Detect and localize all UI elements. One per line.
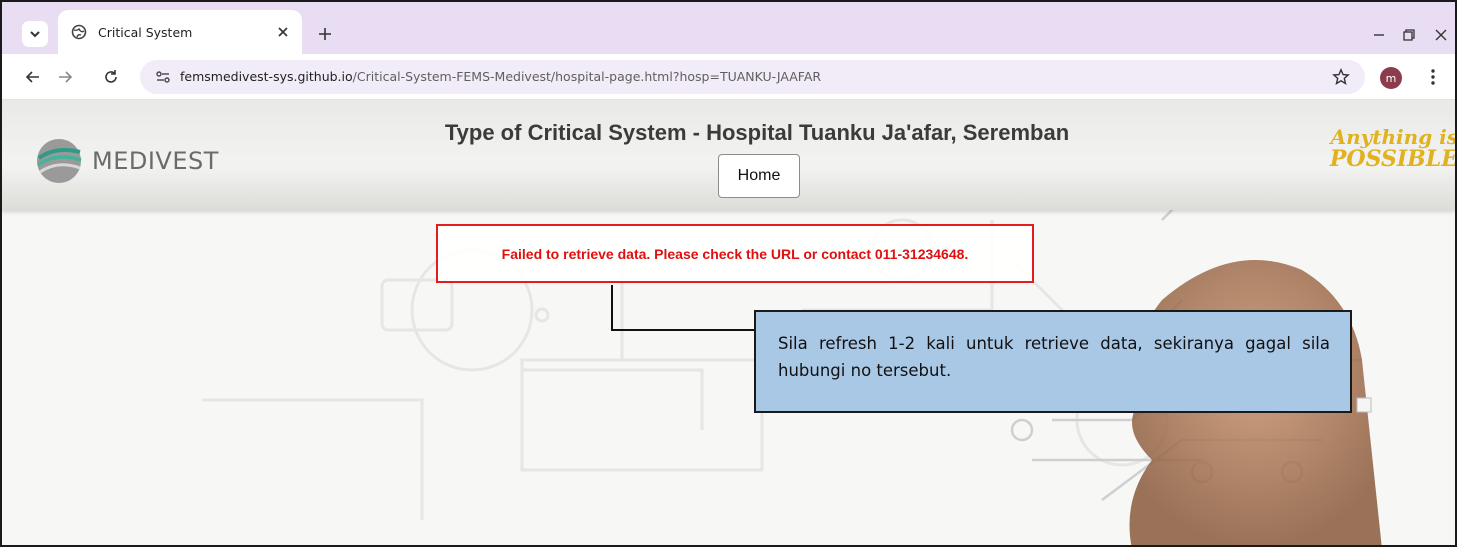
home-button[interactable]: Home <box>718 154 800 198</box>
close-window-icon[interactable] <box>1430 24 1452 46</box>
kebab-icon[interactable] <box>1422 66 1444 88</box>
url-text: femsmedivest-sys.github.io/Critical-Syst… <box>180 69 821 84</box>
browser-toolbar: femsmedivest-sys.github.io/Critical-Syst… <box>2 54 1455 100</box>
address-bar[interactable]: femsmedivest-sys.github.io/Critical-Syst… <box>140 60 1365 94</box>
forward-icon[interactable] <box>54 66 76 88</box>
url-path: /Critical-System-FEMS-Medivest/hospital-… <box>352 69 822 84</box>
reload-icon[interactable] <box>100 66 122 88</box>
annotation-callout: Sila refresh 1-2 kali untuk retrieve dat… <box>754 310 1352 413</box>
avatar[interactable]: m <box>1380 67 1402 89</box>
star-icon[interactable] <box>1331 67 1351 87</box>
slogan: Anything is POSSIBLE <box>1320 126 1455 170</box>
site-header: MEDIVEST Type of Critical System - Hospi… <box>2 100 1455 210</box>
plus-icon[interactable] <box>313 22 337 46</box>
error-message-box: Failed to retrieve data. Please check th… <box>436 224 1034 283</box>
error-message: Failed to retrieve data. Please check th… <box>501 245 969 262</box>
restore-icon[interactable] <box>1398 24 1420 46</box>
browser-window: Critical System femsmedivest-sys.github.… <box>0 0 1457 547</box>
slogan-line-1: Anything is <box>1330 125 1455 149</box>
tab-title: Critical System <box>98 24 193 40</box>
close-icon[interactable] <box>274 23 292 41</box>
tab-strip: Critical System <box>2 2 1455 54</box>
page-content: MEDIVEST Type of Critical System - Hospi… <box>2 100 1455 545</box>
site-info-icon[interactable] <box>154 68 172 86</box>
globe-icon <box>70 23 88 41</box>
tab-search-icon[interactable] <box>22 21 48 47</box>
minimize-icon[interactable] <box>1368 24 1390 46</box>
url-host: femsmedivest-sys.github.io <box>180 69 353 84</box>
slogan-line-2: POSSIBLE <box>1329 146 1455 172</box>
brand-name: MEDIVEST <box>92 147 219 175</box>
tab-critical-system[interactable]: Critical System <box>58 10 302 54</box>
page-title: Type of Critical System - Hospital Tuank… <box>444 120 1070 145</box>
back-icon[interactable] <box>22 66 44 88</box>
